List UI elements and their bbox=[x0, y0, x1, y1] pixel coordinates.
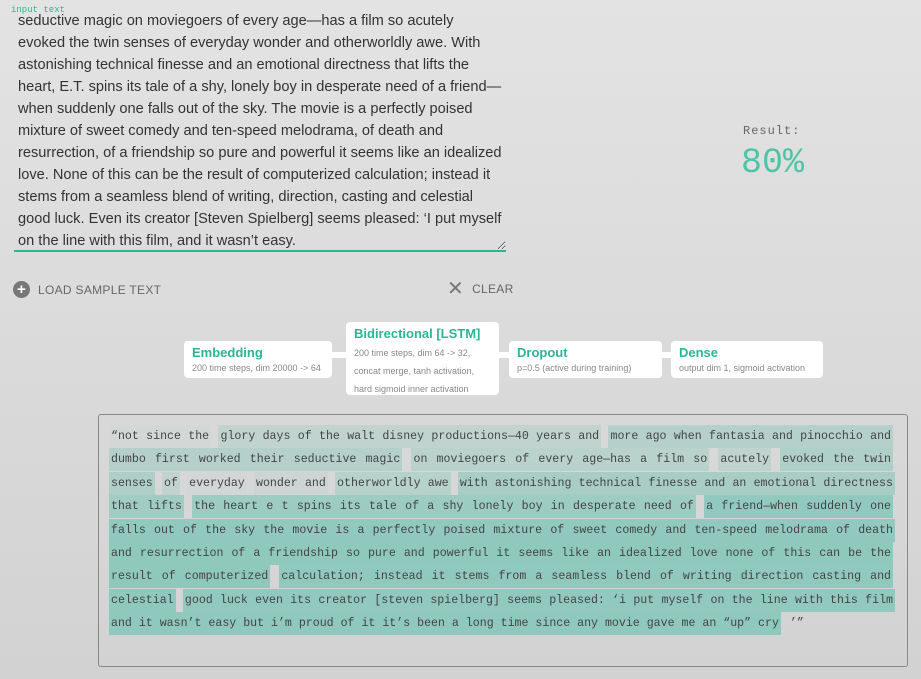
layer-title: Dense bbox=[679, 345, 719, 360]
token-segment: and it wasn’t easy but i’m proud of it i… bbox=[109, 612, 781, 636]
layer-embedding: Embedding 200 time steps, dim 20000 -> 6… bbox=[184, 341, 332, 378]
token-segment: wonder and bbox=[254, 471, 328, 495]
token-segment: “not since the bbox=[109, 425, 212, 448]
clear-button[interactable]: ✕ CLEAR bbox=[447, 278, 514, 300]
token-segment: ’” bbox=[789, 617, 804, 631]
activation-visualization: “not since the glory days of the walt di… bbox=[98, 414, 908, 667]
result-label: Result: bbox=[743, 124, 801, 138]
layer-desc: output dim 1, sigmoid activation bbox=[679, 363, 806, 373]
result-value: 80% bbox=[741, 143, 805, 183]
layer-dense: Dense output dim 1, sigmoid activation bbox=[671, 341, 823, 378]
token-segment: with astonishing technical finesse and a… bbox=[457, 471, 895, 495]
token-segment: good luck even its creator [steven spiel… bbox=[182, 588, 895, 612]
layer-dropout: Dropout p=0.5 (active during training) bbox=[509, 341, 662, 378]
highlighted-tokens: “not since the glory days of the walt di… bbox=[109, 425, 895, 636]
token-segment: acutely bbox=[718, 448, 772, 472]
load-sample-text-label: LOAD SAMPLE TEXT bbox=[38, 282, 162, 297]
token-segment: of bbox=[161, 471, 180, 495]
token-segment: on moviegoers of every age—has a film so bbox=[411, 448, 710, 472]
layer-desc: concat merge, tanh activation, bbox=[354, 366, 475, 376]
layer-desc: hard sigmoid inner activation bbox=[354, 384, 469, 394]
token-segment: that lifts bbox=[109, 495, 184, 519]
load-sample-text-button[interactable]: + LOAD SAMPLE TEXT bbox=[13, 281, 161, 298]
clear-label: CLEAR bbox=[472, 282, 514, 296]
layer-bidirectional-lstm: Bidirectional [LSTM] 200 time steps, dim… bbox=[346, 322, 499, 395]
layer-title: Embedding bbox=[192, 345, 263, 360]
token-segment: glory days of the walt disney production… bbox=[218, 425, 602, 448]
layer-desc: 200 time steps, dim 20000 -> 64 bbox=[192, 363, 321, 373]
plus-circle-icon: + bbox=[13, 281, 30, 298]
token-segment: otherworldly awe bbox=[335, 471, 451, 495]
token-segment: everyday bbox=[187, 472, 247, 495]
close-icon: ✕ bbox=[447, 278, 465, 300]
layer-title: Dropout bbox=[517, 345, 568, 360]
layer-desc: p=0.5 (active during training) bbox=[517, 363, 632, 373]
layer-desc: 200 time steps, dim 64 -> 32, bbox=[354, 348, 471, 358]
input-text-area[interactable] bbox=[14, 10, 506, 252]
layer-title: Bidirectional [LSTM] bbox=[354, 326, 481, 341]
token-segment: the heart e t spins its tale of a shy lo… bbox=[192, 495, 696, 519]
